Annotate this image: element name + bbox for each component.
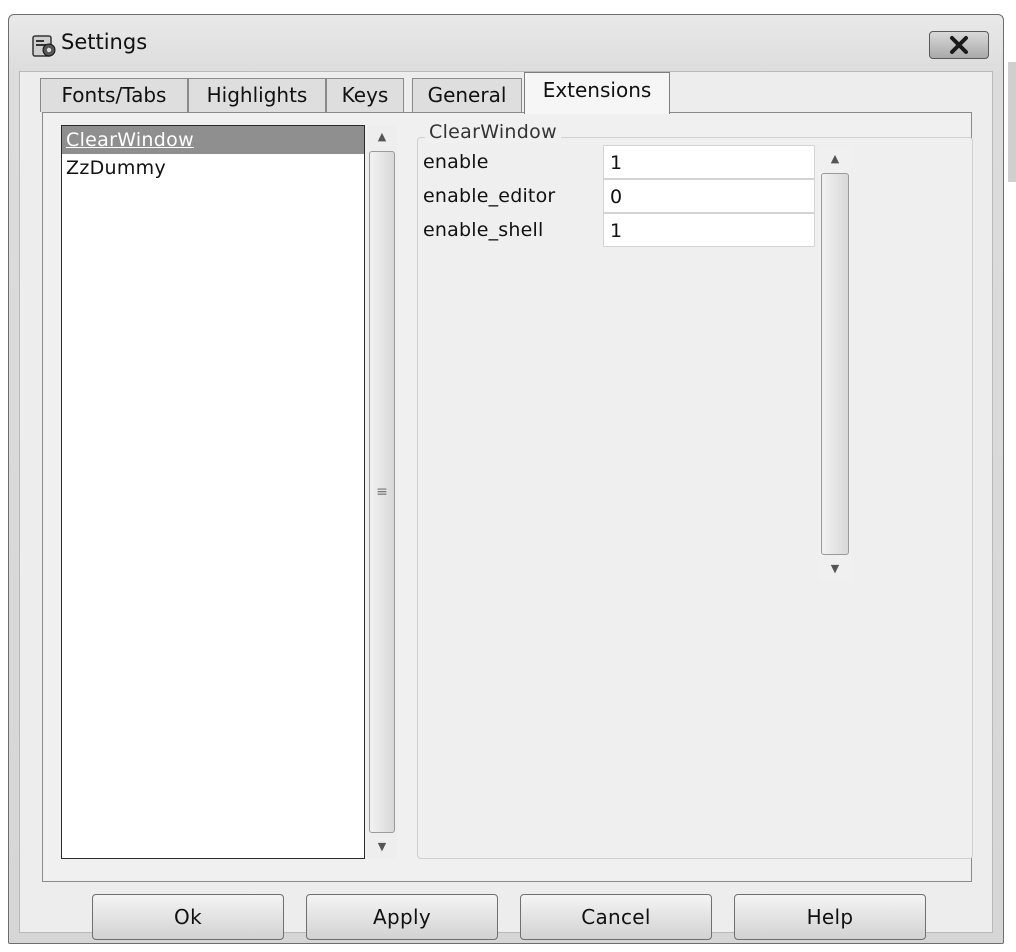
scroll-down-arrow-icon[interactable]: ▼: [367, 835, 397, 859]
extensions-page: ClearWindow ZzDummy ▲ ≡ ▼ ClearWindow en…: [42, 112, 973, 882]
close-button[interactable]: [929, 31, 989, 59]
grip-icon: ≡: [376, 484, 388, 500]
option-label-enable-shell: enable_shell: [423, 219, 544, 241]
scroll-down-arrow-icon[interactable]: ▼: [819, 557, 851, 581]
option-label-enable-editor: enable_editor: [423, 185, 556, 207]
dialog-client-area: Fonts/Tabs Highlights Keys General Exten…: [19, 71, 993, 940]
title-bar[interactable]: Settings: [9, 15, 1003, 73]
extension-list-scrollbar[interactable]: ▲ ≡ ▼: [367, 125, 397, 859]
options-frame-title: ClearWindow: [425, 121, 561, 143]
extension-list[interactable]: ClearWindow ZzDummy: [61, 125, 365, 859]
cancel-button[interactable]: Cancel: [520, 894, 712, 940]
apply-button[interactable]: Apply: [306, 894, 498, 940]
option-input-enable-shell[interactable]: 1: [603, 213, 815, 247]
scroll-up-arrow-icon[interactable]: ▲: [819, 147, 851, 171]
scroll-thumb[interactable]: ≡: [369, 151, 395, 833]
scroll-up-arrow-icon[interactable]: ▲: [367, 125, 397, 149]
tab-general[interactable]: General: [412, 78, 522, 112]
option-input-enable-editor[interactable]: 0: [603, 179, 815, 213]
scroll-thumb[interactable]: [821, 173, 849, 555]
help-button[interactable]: Help: [734, 894, 926, 940]
close-icon: [950, 36, 968, 54]
option-label-enable: enable: [423, 151, 489, 173]
list-item-zzdummy[interactable]: ZzDummy: [62, 154, 364, 182]
list-item-clearwindow[interactable]: ClearWindow: [62, 126, 364, 154]
window-edge: [1008, 62, 1016, 182]
tab-highlights[interactable]: Highlights: [188, 78, 326, 112]
options-scrollbar[interactable]: ▲ ▼: [819, 147, 851, 581]
tab-fonts-tabs[interactable]: Fonts/Tabs: [40, 78, 188, 112]
settings-window: Settings Fonts/Tabs Highlights Keys Gene…: [8, 14, 1004, 944]
tab-keys[interactable]: Keys: [326, 78, 404, 112]
window-title: Settings: [61, 30, 148, 54]
ok-button[interactable]: Ok: [92, 894, 284, 940]
tab-extensions[interactable]: Extensions: [524, 72, 670, 114]
settings-app-icon: [31, 33, 57, 59]
option-input-enable[interactable]: 1: [603, 145, 815, 179]
